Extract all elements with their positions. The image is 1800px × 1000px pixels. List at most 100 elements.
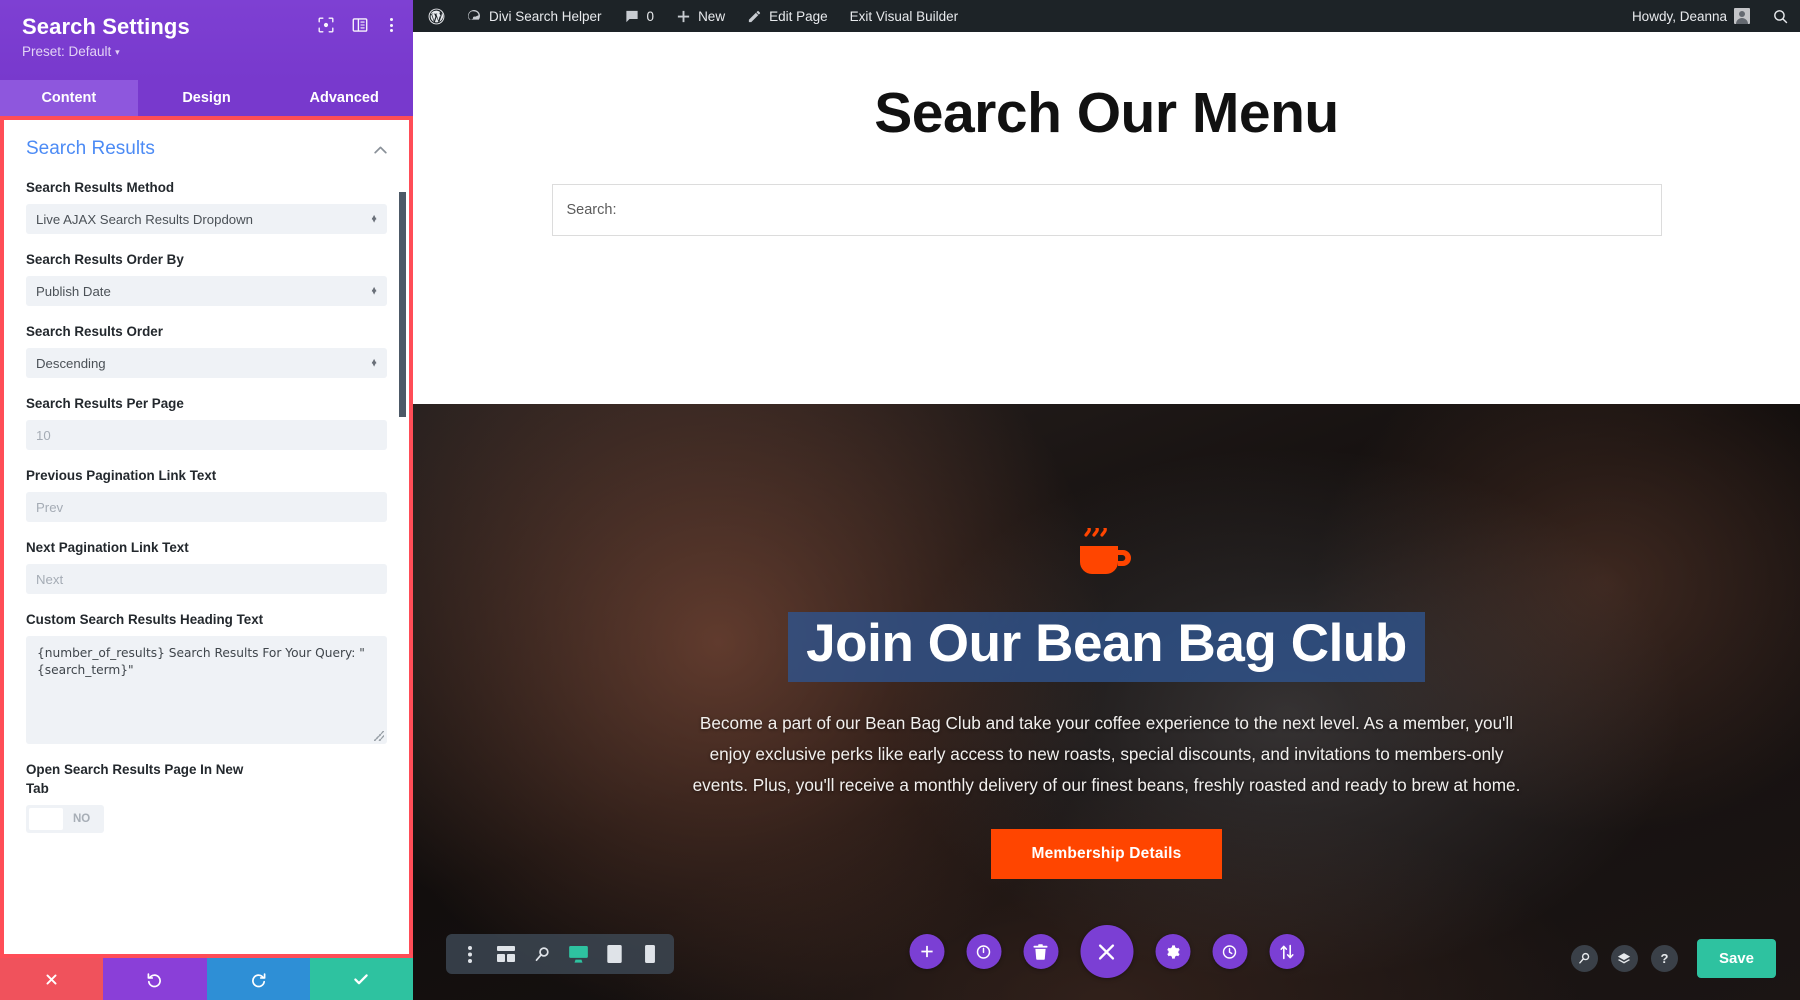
field-label: Search Results Order By	[26, 252, 184, 267]
builder-right-tools: ? Save	[1570, 939, 1776, 978]
more-options-icon-button[interactable]	[386, 18, 397, 32]
spinner-arrows-icon: ▲ ▼	[370, 284, 378, 297]
layers-icon-button[interactable]	[1610, 945, 1638, 972]
settings-gear-icon-button[interactable]	[1155, 934, 1190, 969]
search-icon	[1774, 9, 1788, 23]
panel-layout-icon-button[interactable]	[352, 17, 368, 33]
undo-icon	[147, 972, 162, 987]
hero-section: Join Our Bean Bag Club Become a part of …	[413, 404, 1800, 1000]
screen-root: Divi Search Helper 0 New Edit Page Exit …	[0, 0, 1800, 1000]
adminbar-exit-label: Exit Visual Builder	[849, 8, 959, 24]
zoom-out-icon-button[interactable]	[524, 934, 560, 974]
zoom-icon	[1579, 952, 1590, 964]
adminbar-search-button[interactable]	[1761, 0, 1800, 32]
adminbar-new-label: New	[698, 8, 726, 24]
responsive-view-toolbar	[446, 934, 674, 974]
panel-layout-icon	[352, 18, 368, 32]
field-search-results-order-by: Search Results Order By Publish Date ▲ ▼	[26, 250, 387, 306]
field-search-results-per-page: Search Results Per Page 10	[26, 394, 387, 450]
panel-save-button[interactable]	[309, 958, 413, 1000]
phone-icon	[645, 945, 655, 963]
wordpress-logo-button[interactable]	[413, 0, 455, 32]
help-icon-button[interactable]: ?	[1650, 945, 1678, 972]
history-clock-icon-button[interactable]	[1212, 934, 1247, 969]
wordpress-admin-bar: Divi Search Helper 0 New Edit Page Exit …	[413, 0, 1800, 32]
save-button[interactable]: Save	[1696, 939, 1776, 978]
tab-content[interactable]: Content	[0, 80, 138, 116]
hero-title: Join Our Bean Bag Club	[788, 612, 1425, 682]
search-results-order-select[interactable]: Descending ▲ ▼	[26, 348, 387, 378]
search-results-method-select[interactable]: Live AJAX Search Results Dropdown ▲ ▼	[26, 204, 387, 234]
field-next-pagination-link-text: Next Pagination Link Text Next	[26, 538, 387, 594]
adminbar-new[interactable]: New	[665, 0, 736, 32]
toggle-state-label: NO	[73, 813, 91, 825]
search-input[interactable]: Search:	[551, 184, 1662, 236]
adminbar-site-name[interactable]: Divi Search Helper	[455, 0, 613, 32]
coffee-cup-icon	[1079, 528, 1131, 574]
next-pagination-link-text-input[interactable]: Next	[26, 564, 387, 594]
input-value: Prev	[36, 499, 64, 515]
desktop-icon-button[interactable]	[560, 934, 596, 974]
wordpress-logo-icon	[428, 8, 445, 24]
spinner-arrows-icon: ▲ ▼	[370, 212, 378, 225]
panel-undo-button[interactable]	[103, 958, 207, 1000]
history-clock-icon	[1222, 944, 1237, 959]
field-label: Search Results Order	[26, 324, 163, 339]
phone-icon-button[interactable]	[632, 934, 668, 974]
field-search-results-method: Search Results Method Live AJAX Search R…	[26, 178, 387, 234]
tab-design[interactable]: Design	[137, 80, 276, 116]
custom-search-results-heading-textarea[interactable]: {number_of_results} Search Results For Y…	[26, 636, 387, 744]
section-search-results-toggle[interactable]: Search Results	[26, 138, 387, 160]
tab-advanced[interactable]: Advanced	[275, 80, 414, 116]
section-title: Search Results	[26, 138, 155, 159]
settings-panel-body-wrap: Search Results Search Results Method Liv…	[0, 116, 413, 958]
layers-icon	[1618, 952, 1631, 964]
panel-redo-button[interactable]	[206, 958, 310, 1000]
field-search-results-order: Search Results Order Descending ▲ ▼	[26, 322, 387, 378]
close-icon	[46, 974, 57, 984]
panel-scrollbar[interactable]	[399, 192, 406, 417]
comment-bubble-icon	[625, 10, 638, 22]
field-label: Previous Pagination Link Text	[26, 468, 217, 483]
trash-icon-button[interactable]	[1023, 934, 1058, 969]
field-custom-search-results-heading-text: Custom Search Results Heading Text {numb…	[26, 610, 387, 744]
adminbar-comments[interactable]: 0	[613, 0, 666, 32]
adminbar-account[interactable]: Howdy, Deanna	[1621, 0, 1761, 32]
panel-header-icons	[318, 17, 397, 33]
adminbar-edit-label: Edit Page	[769, 8, 828, 24]
more-options-icon-button[interactable]	[452, 934, 488, 974]
tablet-icon-button[interactable]	[596, 934, 632, 974]
adminbar-exit-visual-builder[interactable]: Exit Visual Builder	[839, 0, 970, 32]
sort-arrows-icon-button[interactable]	[1269, 934, 1304, 969]
panel-cancel-button[interactable]	[0, 958, 104, 1000]
field-label: Search Results Method	[26, 180, 175, 195]
power-icon	[976, 944, 991, 959]
wireframe-icon-button[interactable]	[488, 934, 524, 974]
power-icon-button[interactable]	[966, 934, 1001, 969]
focus-target-icon-button[interactable]	[318, 17, 334, 33]
add-icon-button[interactable]	[909, 934, 944, 969]
resize-grip-icon[interactable]	[374, 731, 384, 741]
search-results-per-page-input[interactable]: 10	[26, 420, 387, 450]
plus-icon	[677, 10, 690, 22]
select-value: Live AJAX Search Results Dropdown	[36, 211, 253, 227]
more-options-icon	[390, 18, 393, 21]
adminbar-right-group: Howdy, Deanna	[1621, 0, 1800, 32]
close-icon-button[interactable]	[1080, 925, 1133, 978]
panel-preset-selector[interactable]: Preset: Default ▾	[22, 44, 397, 59]
chevron-down-icon: ▾	[115, 47, 120, 57]
select-value: Publish Date	[36, 283, 111, 299]
membership-details-button[interactable]: Membership Details	[991, 828, 1222, 879]
adminbar-edit-page[interactable]: Edit Page	[736, 0, 839, 32]
add-icon	[920, 945, 933, 958]
search-results-order-by-select[interactable]: Publish Date ▲ ▼	[26, 276, 387, 306]
panel-tabs: Content Design Advanced	[0, 80, 414, 116]
close-icon	[1098, 943, 1115, 960]
zoom-icon-button[interactable]	[1570, 945, 1598, 972]
search-section: Search Our Menu Search:	[413, 32, 1800, 404]
panel-preset-label: Preset: Default	[22, 44, 112, 59]
open-in-new-tab-toggle[interactable]: NO	[26, 805, 104, 833]
previous-pagination-link-text-input[interactable]: Prev	[26, 492, 387, 522]
pencil-icon	[748, 10, 761, 22]
trash-icon	[1033, 943, 1048, 960]
